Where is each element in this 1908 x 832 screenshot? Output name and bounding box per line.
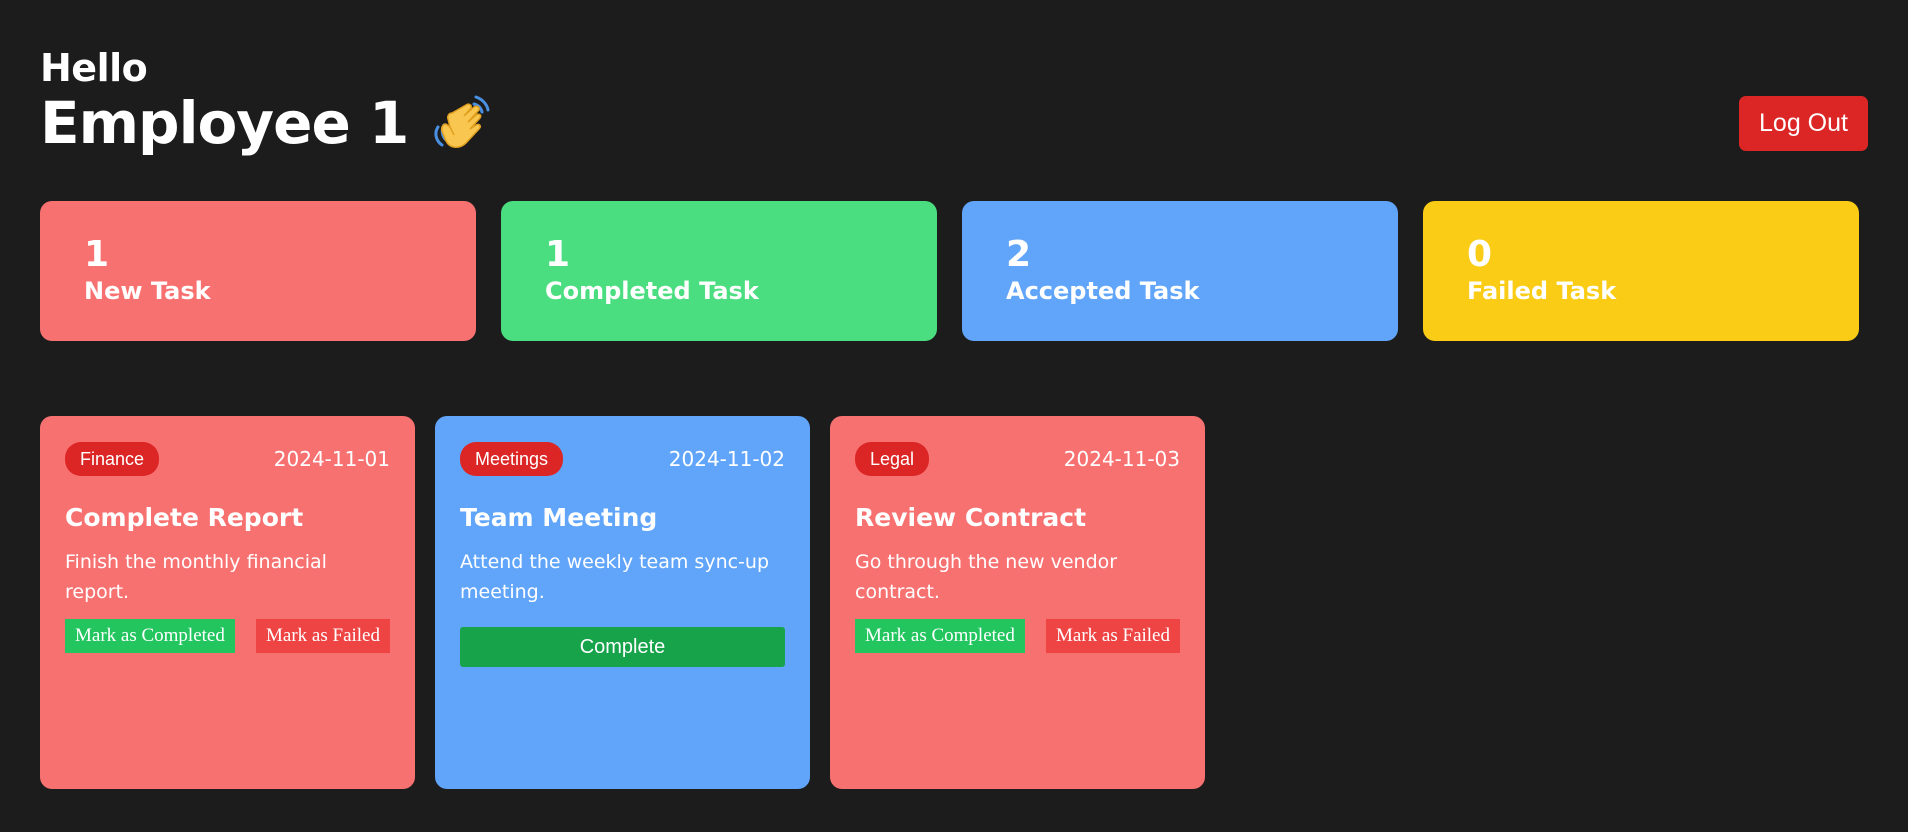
complete-button[interactable]: Complete <box>460 627 785 667</box>
task-card: Meetings 2024-11-02 Team Meeting Attend … <box>435 416 810 789</box>
log-out-button[interactable]: Log Out <box>1739 96 1868 151</box>
task-card-header: Meetings 2024-11-02 <box>460 441 785 477</box>
task-date: 2024-11-01 <box>273 447 390 471</box>
task-actions: Mark as Completed Mark as Failed <box>65 619 390 653</box>
task-description: Attend the weekly team sync-up meeting. <box>460 551 770 603</box>
task-title: Team Meeting <box>460 503 658 532</box>
mark-completed-button[interactable]: Mark as Completed <box>65 619 235 653</box>
stat-card-failed: 0 Failed Task <box>1423 201 1859 341</box>
mark-completed-button[interactable]: Mark as Completed <box>855 619 1025 653</box>
task-title: Complete Report <box>65 503 304 532</box>
task-card-header: Legal 2024-11-03 <box>855 441 1180 477</box>
task-title: Review Contract <box>855 503 1087 532</box>
task-description: Finish the monthly financial report. <box>65 551 327 603</box>
category-badge: Legal <box>855 442 930 476</box>
stat-card-accepted: 2 Accepted Task <box>962 201 1398 341</box>
employee-dashboard: Hello Employee 1 Log Out 1 New Task 1 Co… <box>0 0 1908 832</box>
task-list: Finance 2024-11-01 Complete Report Finis… <box>40 416 1868 789</box>
task-card: Legal 2024-11-03 Review Contract Go thro… <box>830 416 1205 789</box>
employee-name-row: Employee 1 <box>40 88 494 158</box>
task-card: Finance 2024-11-01 Complete Report Finis… <box>40 416 415 789</box>
stat-card-new: 1 New Task <box>40 201 476 341</box>
task-description: Go through the new vendor contract. <box>855 551 1118 603</box>
stat-label: Accepted Task <box>1006 277 1200 305</box>
stat-label: Failed Task <box>1467 277 1617 305</box>
mark-failed-button[interactable]: Mark as Failed <box>256 619 390 653</box>
header: Hello Employee 1 Log Out <box>40 0 1868 200</box>
task-stats: 1 New Task 1 Completed Task 2 Accepted T… <box>40 201 1868 341</box>
task-date: 2024-11-02 <box>668 447 785 471</box>
mark-failed-button[interactable]: Mark as Failed <box>1046 619 1180 653</box>
stat-count: 0 <box>1467 234 1493 275</box>
stat-count: 1 <box>84 234 110 275</box>
stat-card-completed: 1 Completed Task <box>501 201 937 341</box>
stat-label: Completed Task <box>545 277 759 305</box>
waving-hand-icon <box>430 91 494 155</box>
stat-label: New Task <box>84 277 211 305</box>
stat-count: 2 <box>1006 234 1032 275</box>
task-actions: Mark as Completed Mark as Failed <box>855 619 1180 653</box>
employee-name: Employee 1 <box>40 89 409 157</box>
stat-count: 1 <box>545 234 571 275</box>
category-badge: Finance <box>65 442 160 476</box>
category-badge: Meetings <box>460 442 564 476</box>
task-date: 2024-11-03 <box>1063 447 1180 471</box>
task-card-header: Finance 2024-11-01 <box>65 441 390 477</box>
greeting-text: Hello <box>40 46 148 90</box>
